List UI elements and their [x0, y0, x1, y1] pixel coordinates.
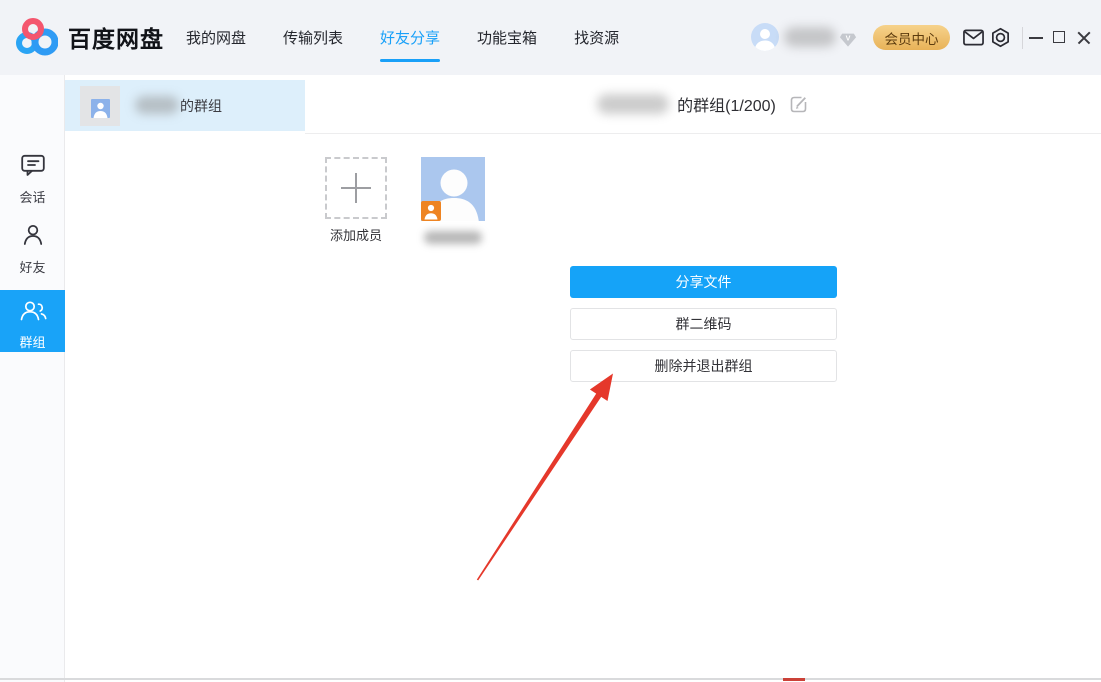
group-title-row: 的群组(1/200) [305, 75, 1101, 134]
group-list-item-selected[interactable]: 的群组 [65, 80, 305, 131]
active-tab-underline [380, 59, 440, 62]
rail-label-groups: 群组 [0, 332, 65, 351]
plus-icon [341, 173, 371, 203]
app-title: 百度网盘 [68, 20, 164, 54]
tab-friend-share[interactable]: 好友分享 [379, 27, 441, 48]
person-icon [21, 223, 45, 247]
group-title: 的群组(1/200) [677, 92, 776, 116]
add-member-label: 添加成员 [305, 225, 407, 244]
svg-text:V: V [846, 33, 851, 42]
blurred-member-name [424, 231, 482, 244]
main-nav: 我的网盘 传输列表 好友分享 功能宝箱 找资源 [185, 0, 620, 75]
add-member-tile[interactable] [325, 157, 387, 219]
group-detail-panel: 的群组(1/200) 添加成员 [305, 75, 1101, 682]
app-logo: 百度网盘 [14, 16, 164, 58]
group-avatar-person-icon [91, 99, 110, 118]
rail-item-friends[interactable]: 好友 [0, 223, 65, 276]
share-files-button[interactable]: 分享文件 [570, 266, 837, 298]
tab-transfer-list[interactable]: 传输列表 [282, 27, 344, 48]
group-avatar [80, 86, 120, 126]
rail-label-friends: 好友 [0, 257, 65, 276]
group-list-panel: 的群组 [65, 75, 305, 682]
baidu-netdisk-logo-icon [14, 16, 58, 58]
group-people-icon [19, 298, 47, 322]
rail-item-chats[interactable]: 会话 [0, 153, 65, 206]
user-avatar-icon [751, 23, 779, 51]
bottom-edge-red-marker [783, 678, 805, 681]
topbar-divider [1022, 27, 1023, 49]
blurred-group-name [135, 96, 179, 114]
topbar: 百度网盘 我的网盘 传输列表 好友分享 功能宝箱 找资源 V 会员中心 [0, 0, 1101, 75]
edit-group-name-icon[interactable] [788, 94, 809, 115]
window-minimize-button[interactable] [1029, 37, 1043, 39]
rail-item-groups[interactable]: 群组 [0, 290, 65, 352]
window-close-button[interactable] [1077, 31, 1091, 45]
app-window: 百度网盘 我的网盘 传输列表 好友分享 功能宝箱 找资源 V 会员中心 [0, 0, 1101, 682]
mail-icon[interactable] [963, 29, 984, 51]
chat-bubble-icon [20, 153, 46, 177]
tab-friend-share-label: 好友分享 [380, 30, 440, 47]
group-owner-badge-icon [421, 201, 441, 221]
tab-my-drive[interactable]: 我的网盘 [185, 27, 247, 48]
tab-find-resources[interactable]: 找资源 [573, 27, 620, 48]
blurred-group-title-name [597, 94, 669, 114]
window-maximize-button[interactable] [1053, 31, 1065, 43]
left-rail: 会话 好友 群组 [0, 75, 65, 682]
group-name-suffix: 的群组 [180, 80, 222, 131]
vip-center-button[interactable]: 会员中心 [873, 25, 950, 50]
window-bottom-edge [0, 678, 1101, 680]
blurred-username [784, 27, 836, 47]
vip-level-badge-icon[interactable]: V [839, 30, 857, 48]
tab-toolbox[interactable]: 功能宝箱 [476, 27, 538, 48]
user-avatar[interactable] [751, 23, 779, 51]
group-qr-code-button[interactable]: 群二维码 [570, 308, 837, 340]
settings-gear-icon[interactable] [990, 27, 1011, 53]
rail-label-chats: 会话 [0, 187, 65, 206]
delete-and-exit-group-button[interactable]: 删除并退出群组 [570, 350, 837, 382]
